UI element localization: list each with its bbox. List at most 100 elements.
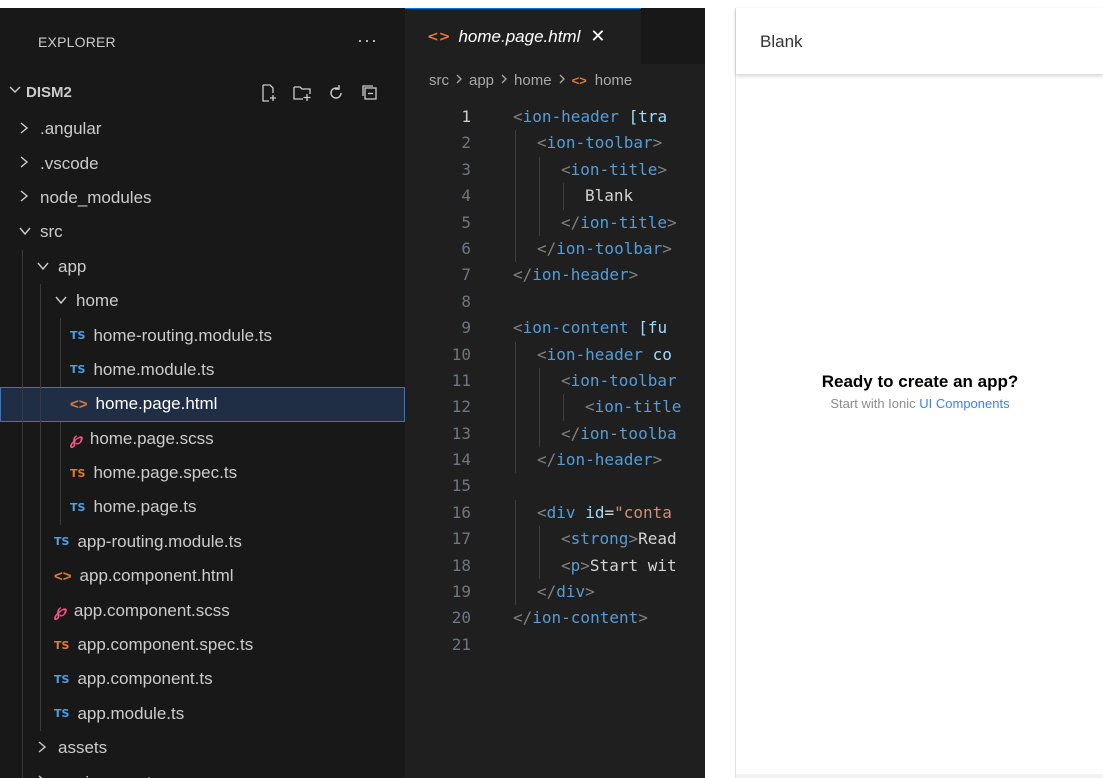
indent-guide	[22, 421, 23, 456]
breadcrumb-item[interactable]: home	[595, 72, 633, 89]
line-number: 7	[461, 265, 471, 285]
tree-item-app-component-scss[interactable]: ℘ app.component.scss	[0, 593, 405, 628]
tree-item-app-routing-module[interactable]: TS app-routing.module.ts	[0, 524, 405, 560]
code-area[interactable]: 1 <ion-header [tra 2 <ion-toolbar> 3 <ion-tit…	[405, 104, 705, 658]
more-actions-icon[interactable]: ···	[357, 30, 378, 51]
tree-item-home-page-spec[interactable]: TS home.page.spec.ts	[0, 455, 405, 491]
tree-item-app-module[interactable]: TS app.module.ts	[0, 696, 405, 732]
tree-item-home-routing-module[interactable]: TS home-routing.module.ts	[0, 318, 405, 353]
tree-item-node-modules[interactable]: node_modules	[0, 181, 405, 215]
tree-item-home-module[interactable]: TS home.module.ts	[0, 352, 405, 388]
breadcrumb-item[interactable]: app	[469, 72, 494, 89]
code-token: ion-toolbar	[546, 133, 653, 153]
code-line[interactable]: 7 </ion-header>	[405, 262, 705, 288]
indent-guide	[22, 559, 23, 594]
code-token: <	[561, 529, 571, 549]
code-line[interactable]: 10 <ion-header co	[405, 341, 705, 368]
indent-guide	[22, 662, 23, 697]
tree-item-home-page-ts[interactable]: TS home.page.ts	[0, 490, 405, 525]
tree-item-angular[interactable]: .angular	[0, 112, 405, 146]
code-token: </	[537, 238, 557, 258]
indent-guide	[22, 524, 23, 560]
code-text: <div id="conta	[537, 500, 672, 526]
code-line[interactable]: 20 </ion-content>	[405, 605, 705, 631]
code-line[interactable]: 12 <ion-title	[405, 394, 705, 421]
code-line[interactable]: 3 <ion-title>	[405, 156, 705, 184]
editor-tab-home-page-html[interactable]: <> home.page.html ✕	[405, 8, 641, 64]
code-token: [fu	[638, 318, 668, 338]
code-line[interactable]: 11 <ion-toolbar	[405, 367, 705, 395]
code-text: </ion-header>	[513, 262, 638, 288]
code-text: </ion-header>	[537, 447, 662, 473]
html-file-icon: <>	[571, 72, 587, 88]
code-line[interactable]: 6 </ion-toolbar>	[405, 235, 705, 263]
code-line[interactable]: 16 <div id="conta	[405, 499, 705, 527]
chevron-right-icon	[558, 72, 566, 89]
code-text: <ion-header [tra	[513, 104, 667, 130]
code-token: co	[652, 344, 672, 364]
tree-item-label: home	[76, 291, 119, 311]
code-line[interactable]: 19 </div>	[405, 579, 705, 606]
tree-item-app[interactable]: app	[0, 249, 405, 284]
indent-guide	[563, 183, 564, 210]
ui-components-link[interactable]: UI Components	[919, 396, 1009, 411]
chevron-right-icon	[36, 774, 50, 778]
indent-guide	[40, 524, 41, 560]
code-line[interactable]: 17 <strong>Read	[405, 526, 705, 553]
line-number: 8	[461, 291, 471, 311]
code-token: </	[513, 265, 533, 285]
new-folder-icon[interactable]	[290, 81, 314, 105]
code-token: >	[585, 582, 595, 602]
line-number: 14	[451, 450, 471, 470]
new-file-icon[interactable]	[256, 81, 280, 105]
code-line[interactable]: 4 Blank	[405, 183, 705, 210]
indent-guide	[515, 130, 516, 157]
line-number: 16	[451, 502, 471, 522]
indent-guide	[40, 627, 41, 663]
tree-item-label: environments	[58, 773, 160, 778]
breadcrumb-item[interactable]: home	[514, 72, 552, 89]
tree-item-label: home-routing.module.ts	[93, 325, 273, 345]
tree-item-home-page-html[interactable]: <> home.page.html	[0, 387, 405, 422]
project-actions	[256, 81, 382, 105]
breadcrumb-item[interactable]: src	[429, 72, 449, 89]
collapse-all-icon[interactable]	[358, 81, 382, 105]
tree-item-assets[interactable]: assets	[0, 731, 405, 766]
indent-guide	[22, 387, 23, 422]
tree-item-app-component-ts[interactable]: TS app.component.ts	[0, 662, 405, 697]
tree-item-label: app-routing.module.ts	[77, 531, 242, 551]
code-line[interactable]: 8	[405, 289, 705, 315]
code-text: <ion-title	[585, 394, 681, 420]
project-folder-row[interactable]: DISM2	[0, 76, 405, 110]
close-icon[interactable]: ✕	[590, 26, 605, 47]
typescript-file-icon: TS	[54, 672, 70, 686]
tree-item-home-page-scss[interactable]: ℘ home.page.scss	[0, 421, 405, 456]
code-line[interactable]: 21	[405, 632, 705, 658]
indent-guide	[60, 421, 61, 456]
chevron-right-icon	[500, 72, 508, 89]
tree-item-app-component-spec[interactable]: TS app.component.spec.ts	[0, 627, 405, 663]
refresh-icon[interactable]	[324, 81, 348, 105]
tree-item-app-component-html[interactable]: <> app.component.html	[0, 559, 405, 594]
tree-item-src[interactable]: src	[0, 215, 405, 249]
app-preview: Blank Ready to create an app? Start with…	[735, 8, 1103, 778]
code-line[interactable]: 18 <p>Start wit	[405, 552, 705, 580]
code-line[interactable]: 13 </ion-toolba	[405, 420, 705, 448]
code-line[interactable]: 9 <ion-content [fu	[405, 315, 705, 341]
tree-item-home[interactable]: home	[0, 283, 405, 319]
code-token: div	[556, 582, 586, 602]
line-number: 9	[461, 318, 471, 338]
code-line[interactable]: 14 </ion-header>	[405, 447, 705, 474]
explorer-title: EXPLORER	[38, 34, 116, 50]
code-line[interactable]: 1 <ion-header [tra	[405, 104, 705, 130]
code-line[interactable]: 2 <ion-toolbar>	[405, 130, 705, 157]
indent-guide	[515, 394, 516, 421]
tree-item-environments[interactable]: environments	[0, 765, 405, 778]
code-line[interactable]: 5 </ion-title>	[405, 209, 705, 236]
chevron-right-icon	[18, 155, 32, 172]
code-token: Start wit	[589, 555, 677, 575]
code-line[interactable]: 15	[405, 473, 705, 499]
tree-item-vscode[interactable]: .vscode	[0, 146, 405, 180]
code-token: ion-toolba	[580, 423, 677, 443]
